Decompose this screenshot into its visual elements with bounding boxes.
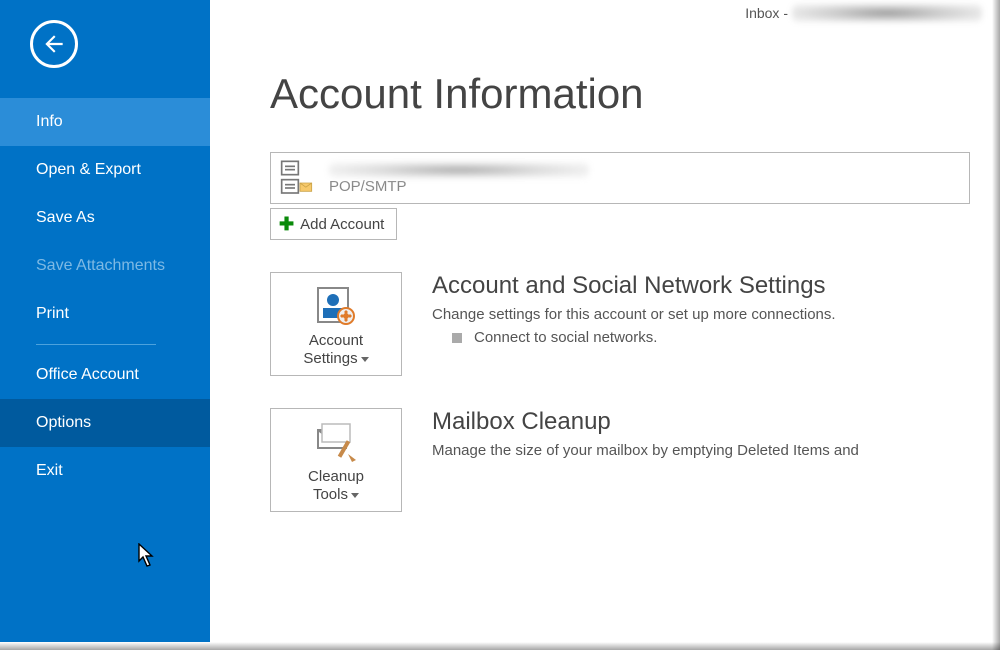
cleanup-tools-button[interactable]: Cleanup Tools	[270, 408, 402, 512]
section-text: Mailbox Cleanup Manage the size of your …	[432, 408, 859, 512]
nav-item-office-account[interactable]: Office Account	[0, 351, 210, 399]
section-description: Manage the size of your mailbox by empty…	[432, 442, 859, 459]
account-text: POP/SMTP	[329, 162, 589, 195]
account-type-icon	[279, 157, 321, 199]
nav-item-save-as[interactable]: Save As	[0, 194, 210, 242]
account-selector[interactable]: POP/SMTP	[270, 152, 970, 204]
backstage-sidebar: Info Open & Export Save As Save Attachme…	[0, 0, 210, 642]
back-button[interactable]	[30, 20, 78, 68]
page-title: Account Information	[270, 70, 1000, 118]
add-account-label: Add Account	[300, 216, 384, 233]
nav-items: Info Open & Export Save As Save Attachme…	[0, 98, 210, 495]
section-mailbox-cleanup: Cleanup Tools Mailbox Cleanup Manage the…	[270, 408, 1000, 512]
account-settings-icon	[312, 286, 360, 326]
nav-item-open-export[interactable]: Open & Export	[0, 146, 210, 194]
nav-item-save-attachments: Save Attachments	[0, 242, 210, 290]
chevron-down-icon	[351, 493, 359, 498]
section-heading: Mailbox Cleanup	[432, 408, 859, 436]
content-pane: Account Information POP/SMTP	[210, 0, 1000, 642]
nav-item-print[interactable]: Print	[0, 290, 210, 338]
account-settings-button[interactable]: Account Settings	[270, 272, 402, 376]
account-name-redacted	[329, 162, 589, 178]
nav-separator	[36, 344, 156, 345]
cleanup-tools-label: Cleanup Tools	[308, 468, 364, 504]
arrow-left-icon	[41, 31, 67, 57]
shadow-bottom	[0, 642, 1000, 650]
nav-item-exit[interactable]: Exit	[0, 447, 210, 495]
nav-item-info[interactable]: Info	[0, 98, 210, 146]
section-account-settings: Account Settings Account and Social Netw…	[270, 272, 1000, 376]
nav-item-options[interactable]: Options	[0, 399, 210, 447]
add-account-button[interactable]: ✚ Add Account	[270, 208, 397, 240]
section-description: Change settings for this account or set …	[432, 306, 836, 323]
section-text: Account and Social Network Settings Chan…	[432, 272, 836, 376]
chevron-down-icon	[361, 357, 369, 362]
social-networks-link[interactable]: Connect to social networks.	[432, 329, 836, 346]
bullet-icon	[452, 333, 462, 343]
account-settings-label: Account Settings	[303, 332, 368, 368]
plus-icon: ✚	[279, 214, 294, 235]
account-type: POP/SMTP	[329, 178, 589, 195]
section-heading: Account and Social Network Settings	[432, 272, 836, 300]
cleanup-tools-icon	[312, 422, 360, 462]
